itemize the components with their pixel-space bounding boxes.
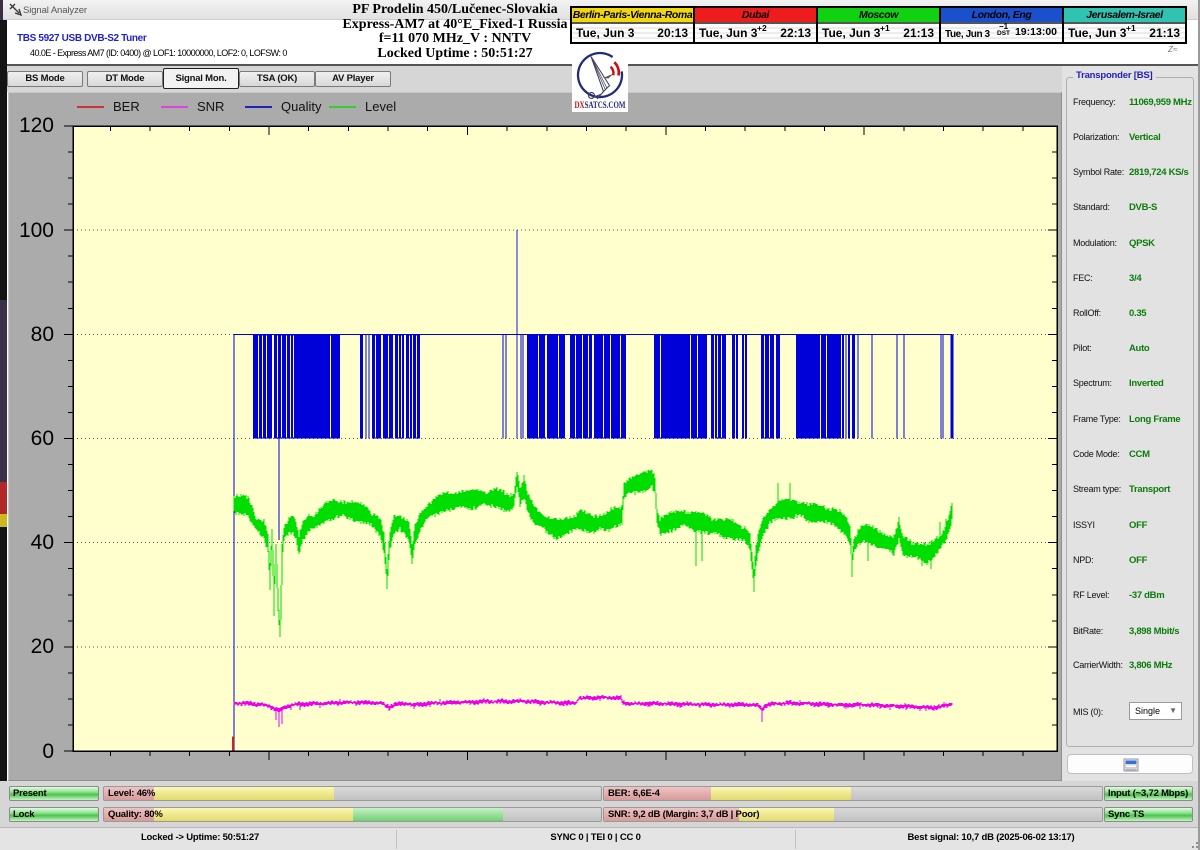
svg-text:DXSATCS.COM: DXSATCS.COM: [575, 101, 626, 111]
